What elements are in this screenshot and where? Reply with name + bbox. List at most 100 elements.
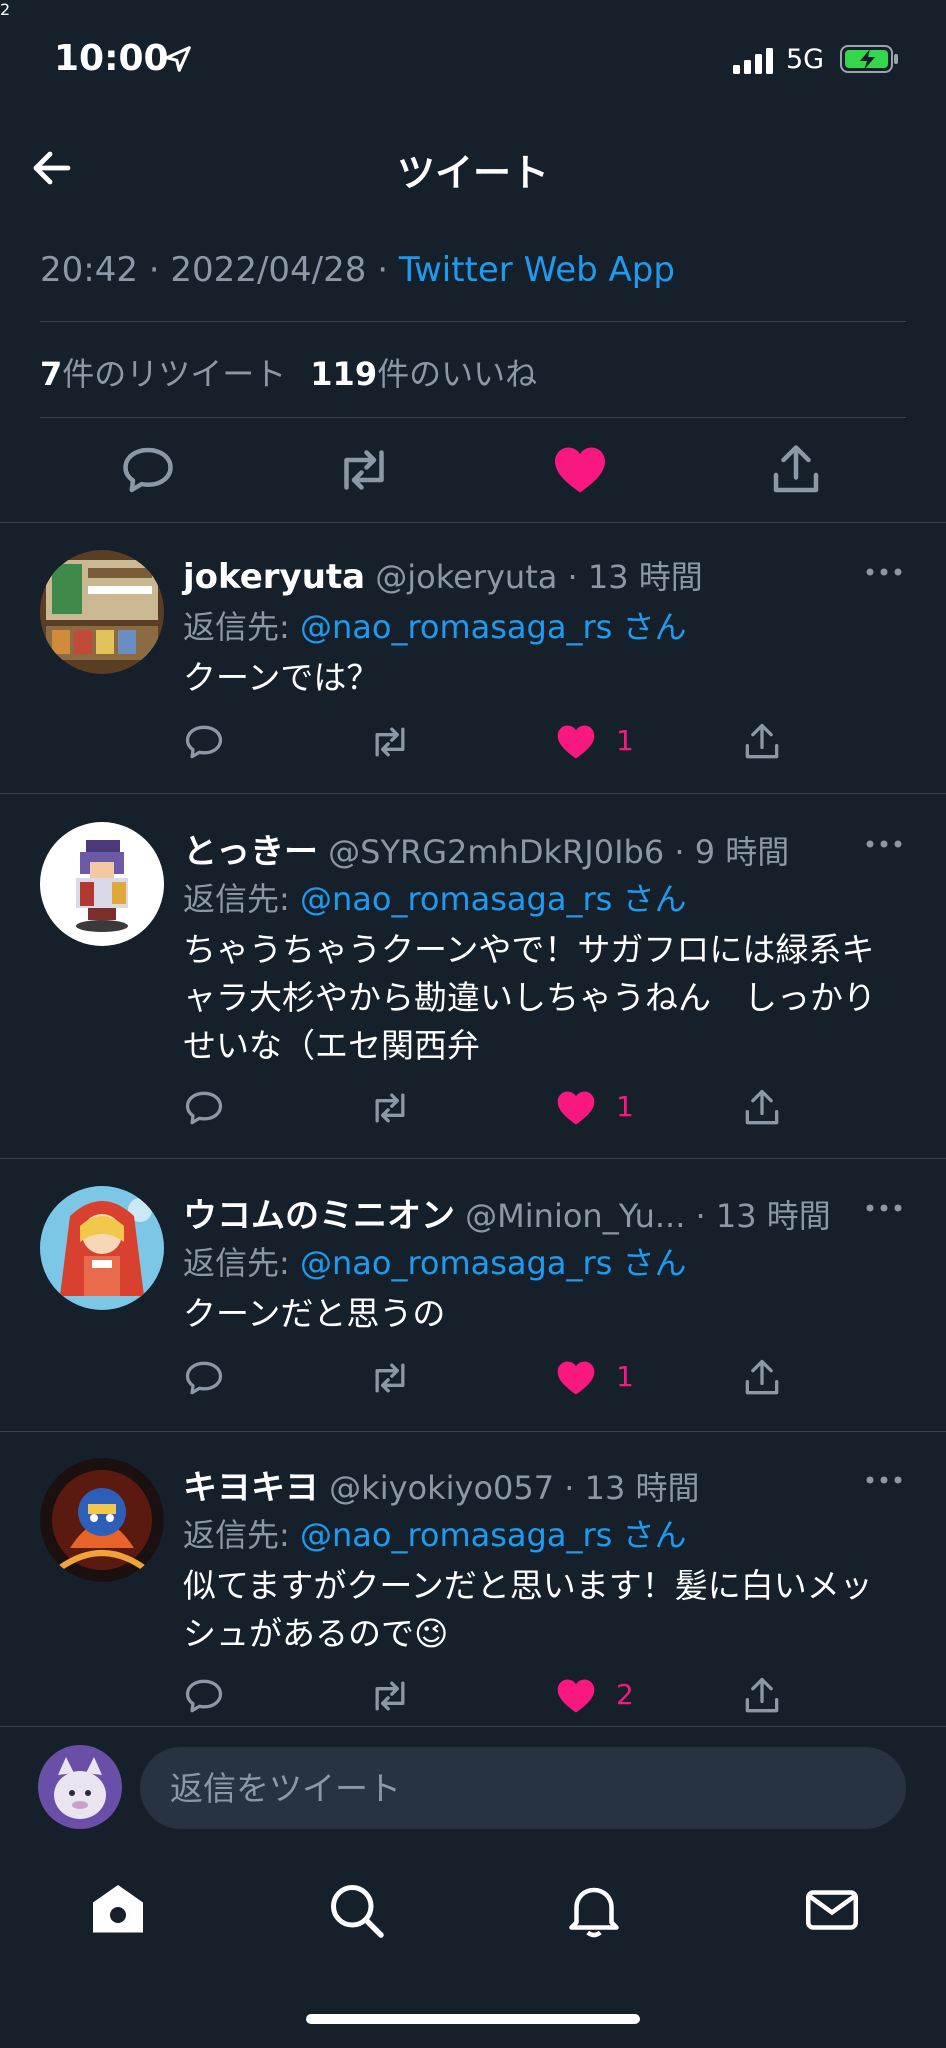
meta-separator: ·	[366, 250, 399, 290]
reply-header: jokeryuta @jokeryuta · 13 時間	[183, 552, 703, 598]
more-options-icon[interactable]	[864, 564, 904, 580]
like-heart-icon[interactable]	[554, 720, 598, 764]
replying-to: 返信先: @nao_romasaga_rs さん	[183, 608, 687, 646]
reply-input[interactable]	[140, 1747, 906, 1829]
notifications-bell-icon[interactable]	[564, 1880, 624, 1940]
reply-tweet[interactable]: キヨキヨ @kiyokiyo057 · 13 時間 返信先: @nao_roma…	[0, 1438, 946, 1724]
retweet-icon[interactable]	[368, 720, 412, 764]
avatar[interactable]	[40, 1186, 164, 1310]
top-bar: ツイート	[0, 120, 946, 216]
meta-separator: ·	[137, 250, 171, 290]
reply-icon[interactable]	[182, 1674, 226, 1718]
like-heart-icon[interactable]	[554, 1086, 598, 1130]
reply-header: ウコムのミニオン @Minion_Yu... · 13 時間	[183, 1188, 831, 1237]
my-avatar[interactable]	[38, 1745, 122, 1829]
like-heart-icon[interactable]	[554, 1674, 598, 1718]
reply-time: 13 時間	[587, 558, 703, 596]
reply-tweet[interactable]: jokeryuta @jokeryuta · 13 時間 返信先: @nao_r…	[0, 530, 946, 792]
dot-separator: ·	[564, 1469, 575, 1507]
reply-action-bar: 1	[0, 720, 946, 768]
reply-icon[interactable]	[118, 440, 178, 500]
share-icon[interactable]	[766, 440, 826, 500]
divider	[0, 1158, 946, 1159]
like-heart-icon[interactable]	[550, 440, 610, 500]
reply-time: 9 時間	[694, 833, 790, 871]
home-icon[interactable]	[88, 1880, 148, 1940]
reply-action-bar: 1	[0, 1086, 946, 1134]
reply-text: クーンでは？	[183, 658, 380, 697]
signal-icon	[733, 48, 773, 74]
retweet-icon[interactable]	[368, 1674, 412, 1718]
tweet-time: 20:42	[40, 250, 138, 290]
status-bar: 10:00 5G	[0, 0, 946, 120]
mention-link[interactable]: @nao_romasaga_rs さん	[300, 1244, 687, 1282]
retweet-count-link[interactable]: 7件のリツイート	[40, 355, 286, 393]
dot-separator: ·	[695, 1197, 706, 1235]
reply-action-bar: 1	[0, 1356, 946, 1404]
mention-link[interactable]: @nao_romasaga_rs さん	[300, 608, 687, 646]
display-name[interactable]: jokeryuta	[183, 557, 365, 597]
reply-composer	[0, 1726, 946, 1850]
display-name[interactable]: キヨキヨ	[183, 1468, 319, 1508]
divider	[40, 321, 906, 322]
more-options-icon[interactable]	[864, 1472, 904, 1488]
tweet-timestamp: 20:42 · 2022/04/28 · Twitter Web App	[40, 250, 675, 290]
tweet-source-link[interactable]: Twitter Web App	[399, 250, 675, 290]
avatar[interactable]	[40, 822, 164, 946]
divider	[0, 793, 946, 794]
reply-icon[interactable]	[182, 1356, 226, 1400]
page-title: ツイート	[396, 151, 549, 195]
like-heart-icon[interactable]	[554, 1356, 598, 1400]
home-indicator[interactable]	[306, 2014, 640, 2024]
avatar[interactable]	[40, 550, 164, 674]
share-icon[interactable]	[740, 1086, 784, 1130]
reply-text: ちゃうちゃうクーンやで！サガフロには緑系キャラ大杉やから勘違いしちゃうねん しっ…	[183, 930, 876, 1065]
engagement-counts: 7件のリツイート 119件のいいね	[40, 349, 537, 395]
tweet-action-bar	[0, 430, 946, 510]
reply-time: 13 時間	[715, 1197, 831, 1235]
like-count: 1	[616, 1360, 634, 1393]
reply-header: とっきー @SYRG2mhDkRJ0Ib6 · 9 時間	[183, 824, 789, 873]
reply-tweet[interactable]: ウコムのミニオン @Minion_Yu... · 13 時間 返信先: @nao…	[0, 1166, 946, 1430]
user-handle: @SYRG2mhDkRJ0Ib6	[328, 833, 665, 871]
replying-to: 返信先: @nao_romasaga_rs さん	[183, 1516, 687, 1554]
messages-envelope-icon[interactable]	[802, 1880, 862, 1940]
dot-separator: ·	[674, 833, 685, 871]
more-options-icon[interactable]	[864, 836, 904, 852]
avatar[interactable]	[40, 1458, 164, 1582]
reply-text: クーンだと思うの	[183, 1294, 446, 1333]
reply-text: 似てますがクーンだと思います！髪に白いメッシュがあるので😉	[183, 1566, 873, 1653]
replying-to: 返信先: @nao_romasaga_rs さん	[183, 880, 687, 918]
divider	[40, 417, 906, 418]
like-count: 1	[616, 1090, 634, 1123]
user-handle: @jokeryuta	[375, 558, 558, 596]
reply-header: キヨキヨ @kiyokiyo057 · 13 時間	[183, 1460, 700, 1509]
user-handle: @kiyokiyo057	[329, 1469, 555, 1507]
display-name[interactable]: とっきー	[183, 832, 318, 872]
more-options-icon[interactable]	[864, 1200, 904, 1216]
tweet-date: 2022/04/28	[170, 250, 367, 290]
share-icon[interactable]	[740, 720, 784, 764]
reply-tweet[interactable]: とっきー @SYRG2mhDkRJ0Ib6 · 9 時間 返信先: @nao_r…	[0, 802, 946, 1158]
retweet-icon[interactable]	[368, 1356, 412, 1400]
battery-charging-icon	[840, 45, 898, 73]
replying-to: 返信先: @nao_romasaga_rs さん	[183, 1244, 687, 1282]
reply-icon[interactable]	[182, 720, 226, 764]
search-icon[interactable]	[326, 1880, 386, 1940]
share-icon[interactable]	[740, 1356, 784, 1400]
divider	[0, 1431, 946, 1432]
dot-separator: ·	[567, 558, 578, 596]
reply-icon[interactable]	[182, 1086, 226, 1130]
like-count: 2	[616, 1678, 634, 1711]
retweet-icon[interactable]	[368, 1086, 412, 1130]
share-icon[interactable]	[740, 1674, 784, 1718]
status-time: 10:00	[54, 38, 169, 79]
user-handle: @Minion_Yu...	[465, 1197, 686, 1235]
divider	[0, 522, 946, 523]
like-count-link[interactable]: 119件のいいね	[310, 355, 537, 393]
retweet-icon[interactable]	[334, 440, 394, 500]
display-name[interactable]: ウコムのミニオン	[183, 1196, 455, 1236]
mention-link[interactable]: @nao_romasaga_rs さん	[300, 880, 687, 918]
reply-time: 13 時間	[584, 1469, 700, 1507]
mention-link[interactable]: @nao_romasaga_rs さん	[300, 1516, 687, 1554]
